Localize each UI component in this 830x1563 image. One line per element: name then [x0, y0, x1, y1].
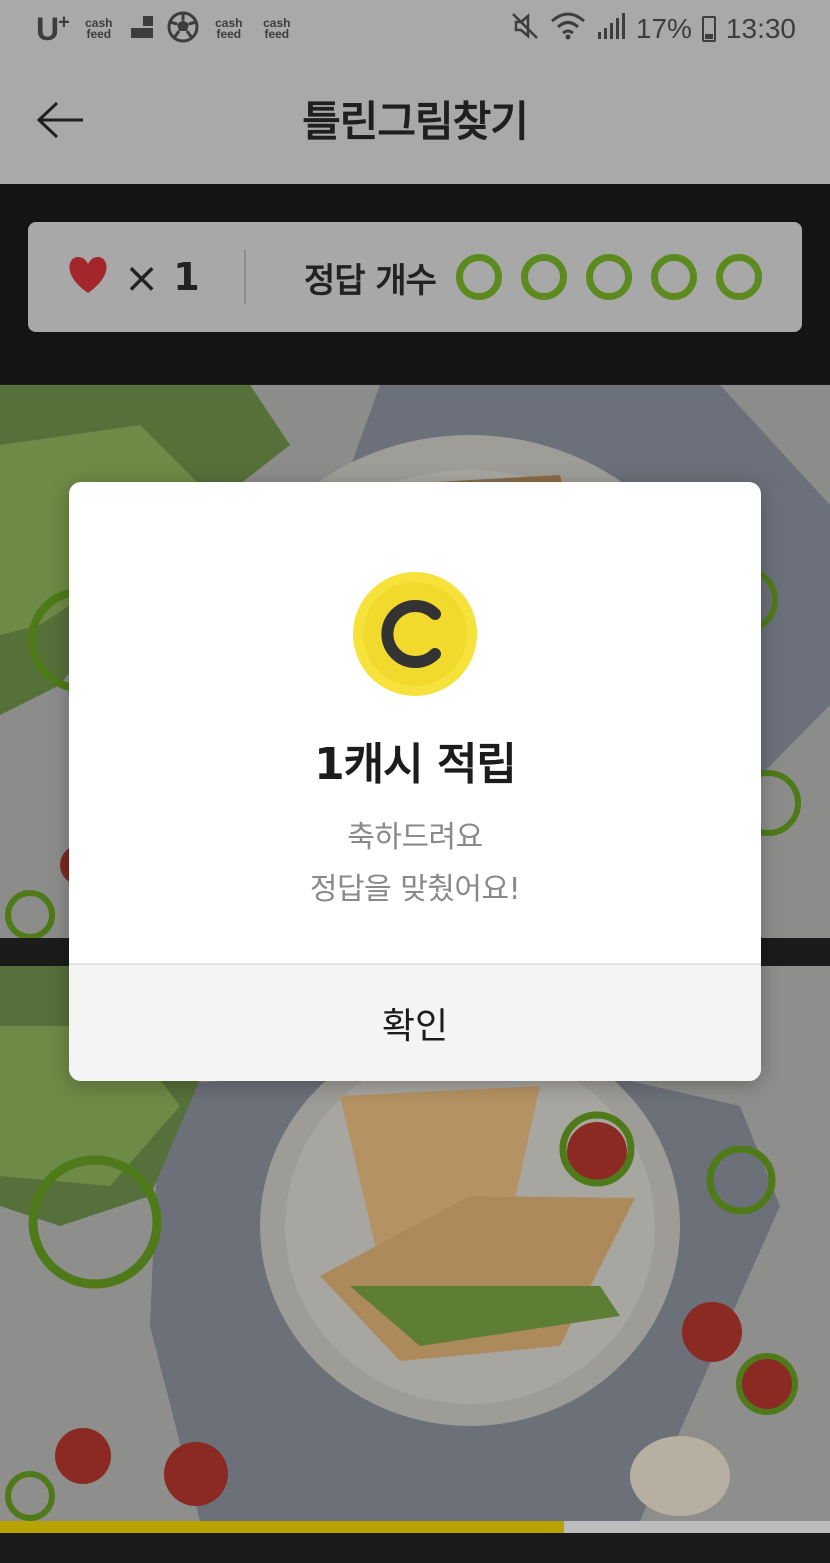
answers-label: 정답 개수 [304, 260, 437, 301]
page-title: 틀린그림찾기 [302, 97, 529, 146]
notification-label-2: cash feed [215, 16, 243, 41]
app-bar: 틀린그림찾기 [0, 58, 830, 184]
multiplier-sign: × [124, 252, 160, 302]
battery-icon [701, 16, 716, 42]
confirm-button[interactable]: 확인 [69, 963, 761, 1081]
heart-icon [66, 255, 110, 299]
notification-label-3: cash feed [263, 16, 291, 41]
screen: U+ cash feed cash feed cash feed 17% 13:… [0, 0, 830, 1563]
soccer-ball-icon [167, 11, 199, 47]
app-grid-icon [129, 14, 155, 44]
lives-count: 1 [173, 255, 200, 299]
dialog-title: 1캐시 적립 [314, 739, 517, 790]
signal-icon [596, 12, 626, 47]
answer-slot [715, 254, 762, 300]
mute-icon [510, 11, 540, 48]
battery-percent: 17% [635, 13, 692, 44]
dialog-message-line-1: 축하드려요 [347, 820, 483, 855]
answer-slot [585, 254, 632, 300]
status-divider [244, 250, 246, 304]
answer-slot [520, 254, 567, 300]
status-bar: U+ cash feed cash feed cash feed 17% 13:… [0, 0, 830, 58]
answers-indicator: 정답 개수 [304, 253, 781, 302]
cash-coin-icon [353, 572, 477, 696]
game-status-band: × 1 정답 개수 [0, 184, 830, 384]
dialog-message-line-2: 정답을 맞췄어요! [309, 872, 521, 907]
status-system: 17% 13:30 [510, 11, 796, 48]
status-notifications: U+ cash feed cash feed cash feed [36, 11, 295, 48]
game-status-card: × 1 정답 개수 [28, 222, 802, 332]
clock: 13:30 [725, 13, 796, 44]
lives-indicator: × 1 [66, 253, 244, 302]
timer-progress-fill [0, 1521, 565, 1533]
timer-progress-bar [0, 1521, 830, 1533]
answer-slot [455, 254, 502, 300]
notification-label-1: cash feed [85, 16, 113, 41]
carrier-logo: U+ [36, 10, 70, 47]
confirm-button-label: 확인 [381, 1006, 449, 1047]
answer-slot [650, 254, 697, 300]
reward-dialog: 1캐시 적립 축하드려요 정답을 맞췄어요! 확인 [69, 482, 761, 1081]
wifi-icon [550, 11, 586, 48]
